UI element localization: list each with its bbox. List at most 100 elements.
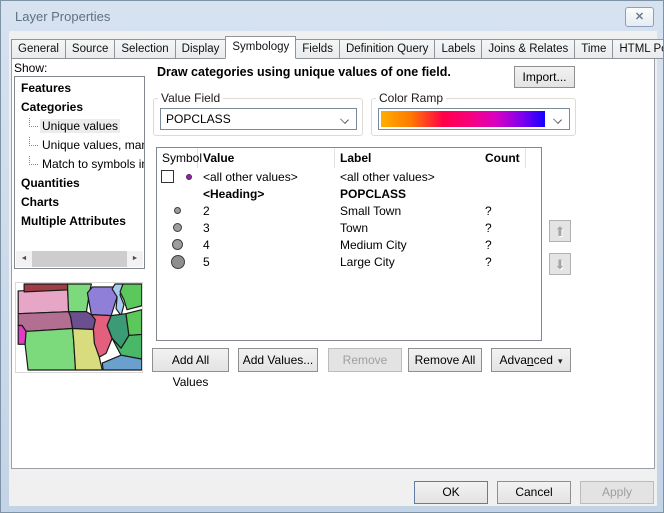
add-values-button[interactable]: Add Values... [238, 348, 318, 372]
up-arrow-icon: ⬆ [555, 224, 566, 239]
label-cell: <all other values> [335, 170, 480, 184]
map-shape [126, 310, 142, 336]
point-symbol-icon[interactable] [171, 255, 185, 269]
header-label: Label [335, 148, 480, 168]
value-cell: 5 [198, 255, 335, 269]
symbol-cell[interactable] [157, 202, 198, 219]
add-all-values-button[interactable]: Add All Values [152, 348, 229, 372]
label-cell: Large City [335, 255, 480, 269]
chevron-down-icon [553, 115, 562, 124]
tree-item-features[interactable]: Features [15, 79, 144, 98]
label-cell: Town [335, 221, 480, 235]
tab-source[interactable]: Source [65, 39, 114, 59]
tree-branch-icon [29, 156, 38, 165]
map-shape [18, 289, 68, 314]
all-other-values-checkbox[interactable] [161, 170, 174, 183]
tab-fields[interactable]: Fields [295, 39, 339, 59]
remove-button: Remove [328, 348, 402, 372]
color-ramp-legend: Color Ramp [376, 91, 446, 105]
tree-item-unique-values[interactable]: Unique values [15, 117, 144, 136]
show-tree: Features Categories Unique values Unique… [14, 76, 145, 269]
header-count: Count [480, 148, 526, 168]
value-cell: 4 [198, 238, 335, 252]
cancel-button[interactable]: Cancel [497, 481, 571, 504]
tab-time[interactable]: Time [574, 39, 612, 59]
point-symbol-icon[interactable] [172, 239, 183, 250]
tree-item-charts[interactable]: Charts [15, 193, 144, 212]
tree-item-quantities[interactable]: Quantities [15, 174, 144, 193]
color-ramp-group: Color Ramp [371, 91, 576, 136]
tab-general[interactable]: General [11, 39, 65, 59]
apply-button: Apply [580, 481, 654, 504]
tree-item-categories[interactable]: Categories [15, 98, 144, 117]
advanced-button[interactable]: Advanced▾ [491, 348, 571, 372]
import-button[interactable]: Import... [514, 66, 575, 88]
tab-selection[interactable]: Selection [114, 39, 174, 59]
value-field-legend: Value Field [158, 91, 223, 105]
symbol-cell[interactable] [157, 219, 198, 236]
titlebar[interactable]: Layer Properties ✕ [1, 1, 663, 31]
move-up-button: ⬆ [549, 220, 571, 242]
table-row-large-city[interactable]: 5 Large City ? [157, 253, 541, 270]
map-shape [24, 284, 68, 292]
symbol-cell[interactable] [157, 253, 198, 270]
tab-html-popup[interactable]: HTML Popup [612, 39, 664, 59]
table-row-all-other-values[interactable]: <all other values> <all other values> [157, 168, 541, 185]
count-cell: ? [480, 255, 526, 269]
move-down-button: ⬇ [549, 253, 571, 275]
tab-display[interactable]: Display [175, 39, 226, 59]
layer-properties-dialog: Layer Properties ✕ General Source Select… [0, 0, 664, 513]
tab-symbology[interactable]: Symbology [225, 36, 296, 59]
close-button[interactable]: ✕ [625, 7, 654, 27]
symbol-cell[interactable] [157, 236, 198, 253]
advanced-accelerator: n [527, 353, 534, 367]
label-cell: POPCLASS [335, 187, 480, 201]
value-field-dropdown[interactable]: POPCLASS [160, 108, 357, 130]
count-cell: ? [480, 221, 526, 235]
method-description: Draw categories using unique values of o… [157, 65, 451, 79]
tree-branch-icon [29, 137, 38, 146]
chevron-down-icon [340, 115, 349, 124]
tab-joins-relates[interactable]: Joins & Relates [481, 39, 574, 59]
window-title: Layer Properties [15, 9, 110, 24]
value-cell: <Heading> [198, 187, 335, 201]
point-symbol-icon [186, 174, 192, 180]
remove-all-button[interactable]: Remove All [408, 348, 482, 372]
scroll-thumb[interactable] [32, 251, 127, 267]
header-spacer [526, 148, 541, 168]
table-row-town[interactable]: 3 Town ? [157, 219, 541, 236]
advanced-label: ced [534, 353, 553, 367]
advanced-label: Adva [500, 353, 527, 367]
count-cell: ? [480, 204, 526, 218]
show-label: Show: [14, 61, 47, 75]
table-row-heading[interactable]: <Heading> POPCLASS [157, 185, 541, 202]
tree-item-match-symbols[interactable]: Match to symbols in a [15, 155, 144, 174]
unique-values-list: Symbol Value Label Count <all other valu… [156, 147, 542, 341]
label-cell: Small Town [335, 204, 480, 218]
table-row-small-town[interactable]: 2 Small Town ? [157, 202, 541, 219]
map-shape [25, 328, 75, 370]
map-thumbnail [16, 283, 142, 372]
tree-item-unique-values-many[interactable]: Unique values, many [15, 136, 144, 155]
ok-button[interactable]: OK [414, 481, 488, 504]
point-symbol-icon[interactable] [173, 223, 182, 232]
value-cell: <all other values> [198, 170, 335, 184]
close-icon: ✕ [635, 11, 644, 23]
scroll-right-icon[interactable]: ► [127, 251, 143, 267]
tab-definition-query[interactable]: Definition Query [339, 39, 434, 59]
table-row-medium-city[interactable]: 4 Medium City ? [157, 236, 541, 253]
tab-labels[interactable]: Labels [434, 39, 481, 59]
value-field-selected: POPCLASS [166, 112, 231, 126]
down-arrow-icon: ⬇ [555, 257, 566, 272]
label-cell: Medium City [335, 238, 480, 252]
color-ramp-dropdown[interactable] [378, 108, 570, 130]
tree-horizontal-scrollbar[interactable]: ◄ ► [16, 251, 143, 267]
map-shape [87, 287, 117, 316]
point-symbol-icon[interactable] [174, 207, 181, 214]
symbol-cell [157, 185, 198, 202]
value-field-group: Value Field POPCLASS [153, 91, 363, 136]
scroll-left-icon[interactable]: ◄ [16, 251, 32, 267]
header-value: Value [198, 148, 335, 168]
tree-item-multiple-attributes[interactable]: Multiple Attributes [15, 212, 144, 231]
symbol-cell[interactable] [157, 168, 198, 185]
